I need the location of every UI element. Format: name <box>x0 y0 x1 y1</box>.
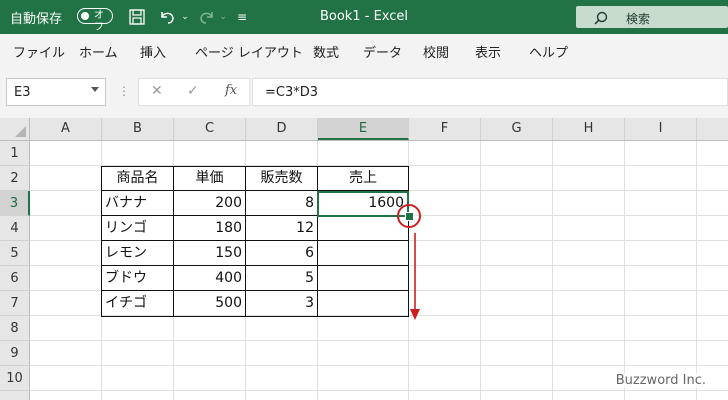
column-header-d[interactable]: D <box>246 118 318 140</box>
row-header-10[interactable]: 10 <box>0 366 30 391</box>
enter-check-icon[interactable]: ✓ <box>187 83 199 99</box>
column-header-j[interactable] <box>697 118 728 140</box>
table-cell[interactable]: 6 <box>246 241 317 266</box>
menu-home[interactable]: ホーム <box>79 42 118 61</box>
header-cell-quantity[interactable]: 販売数 <box>246 166 317 191</box>
select-all-button[interactable] <box>0 118 30 140</box>
menu-help[interactable]: ヘルプ <box>529 42 568 61</box>
select-all-triangle-icon <box>15 126 26 137</box>
header-cell-sales[interactable]: 売上 <box>318 166 408 191</box>
cancel-icon[interactable]: ✕ <box>151 83 163 99</box>
table-cell[interactable]: イチゴ <box>102 291 173 316</box>
column-header-g[interactable]: G <box>481 118 553 140</box>
gridline <box>480 141 481 400</box>
formula-bar: E3 ⋮ ✕ ✓ fx =C3*D3 <box>0 66 728 118</box>
header-cell-product[interactable]: 商品名 <box>102 166 173 191</box>
table-cell[interactable]: 12 <box>246 216 317 241</box>
ribbon-menu: ファイル ホーム 挿入 ページ レイアウト 数式 データ 校閲 表示 ヘルプ <box>0 34 728 66</box>
header-cell-price[interactable]: 単価 <box>174 166 245 191</box>
menu-formulas[interactable]: 数式 <box>313 42 339 61</box>
row-header-8[interactable]: 8 <box>0 316 30 341</box>
table-cell[interactable]: 500 <box>174 291 245 316</box>
insert-function-icon[interactable]: fx <box>225 83 237 98</box>
table-cell[interactable]: 150 <box>174 241 245 266</box>
row-header-11[interactable] <box>0 391 30 400</box>
table-cell[interactable]: レモン <box>102 241 173 266</box>
row-header-4[interactable]: 4 <box>0 216 30 241</box>
column-header-b[interactable]: B <box>102 118 174 140</box>
search-placeholder: 検索 <box>626 12 651 26</box>
row-header-2[interactable]: 2 <box>0 166 30 191</box>
row-header-5[interactable]: 5 <box>0 241 30 266</box>
drag-annotation <box>397 204 421 320</box>
table-cell[interactable]: リンゴ <box>102 216 173 241</box>
gridline <box>30 365 728 366</box>
column-header-i[interactable]: I <box>625 118 697 140</box>
formula-input[interactable]: =C3*D3 <box>252 78 728 106</box>
menu-review[interactable]: 校閲 <box>423 42 449 61</box>
formula-value: =C3*D3 <box>265 85 319 100</box>
gridline <box>30 340 728 341</box>
name-box[interactable]: E3 <box>6 78 106 106</box>
chevron-down-icon[interactable] <box>91 87 99 92</box>
table-cell[interactable]: バナナ <box>102 191 173 216</box>
search-icon <box>594 10 608 29</box>
table-cell[interactable]: 3 <box>246 291 317 316</box>
gridline <box>696 141 697 400</box>
table-cell[interactable]: 180 <box>174 216 245 241</box>
row-header-1[interactable]: 1 <box>0 141 30 166</box>
column-header-e[interactable]: E <box>318 118 409 140</box>
name-box-value: E3 <box>14 85 31 100</box>
highlight-circle-icon <box>397 204 421 228</box>
column-header-row: A B C D E F G H I <box>0 118 728 141</box>
column-header-h[interactable]: H <box>553 118 625 140</box>
arrow-down-icon <box>410 309 420 320</box>
table-cell[interactable]: 200 <box>174 191 245 216</box>
menu-insert[interactable]: 挿入 <box>140 42 166 61</box>
table-cell[interactable]: 5 <box>246 266 317 291</box>
gridline <box>624 141 625 400</box>
row-header-6[interactable]: 6 <box>0 266 30 291</box>
formula-buttons: ✕ ✓ fx <box>138 78 250 106</box>
more-options-icon[interactable]: ⋮ <box>118 84 130 98</box>
title-bar: 自動保存 オフ ⌄ ⌄ ≡ Book1 - Excel 検索 <box>0 0 728 34</box>
table-cell[interactable]: 8 <box>246 191 317 216</box>
gridline <box>30 390 728 391</box>
menu-file[interactable]: ファイル <box>13 42 65 61</box>
table-cell[interactable]: 400 <box>174 266 245 291</box>
row-header-3[interactable]: 3 <box>0 191 30 216</box>
row-header-9[interactable]: 9 <box>0 341 30 366</box>
search-box[interactable]: 検索 <box>576 6 728 28</box>
menu-view[interactable]: 表示 <box>475 42 501 61</box>
watermark: Buzzword Inc. <box>615 373 706 388</box>
menu-data[interactable]: データ <box>363 42 402 61</box>
column-header-a[interactable]: A <box>30 118 102 140</box>
gridline <box>552 141 553 400</box>
menu-page-layout[interactable]: ページ レイアウト <box>195 42 303 61</box>
column-header-f[interactable]: F <box>409 118 481 140</box>
column-header-c[interactable]: C <box>174 118 246 140</box>
row-header-7[interactable]: 7 <box>0 291 30 316</box>
table-cell[interactable]: ブドウ <box>102 266 173 291</box>
